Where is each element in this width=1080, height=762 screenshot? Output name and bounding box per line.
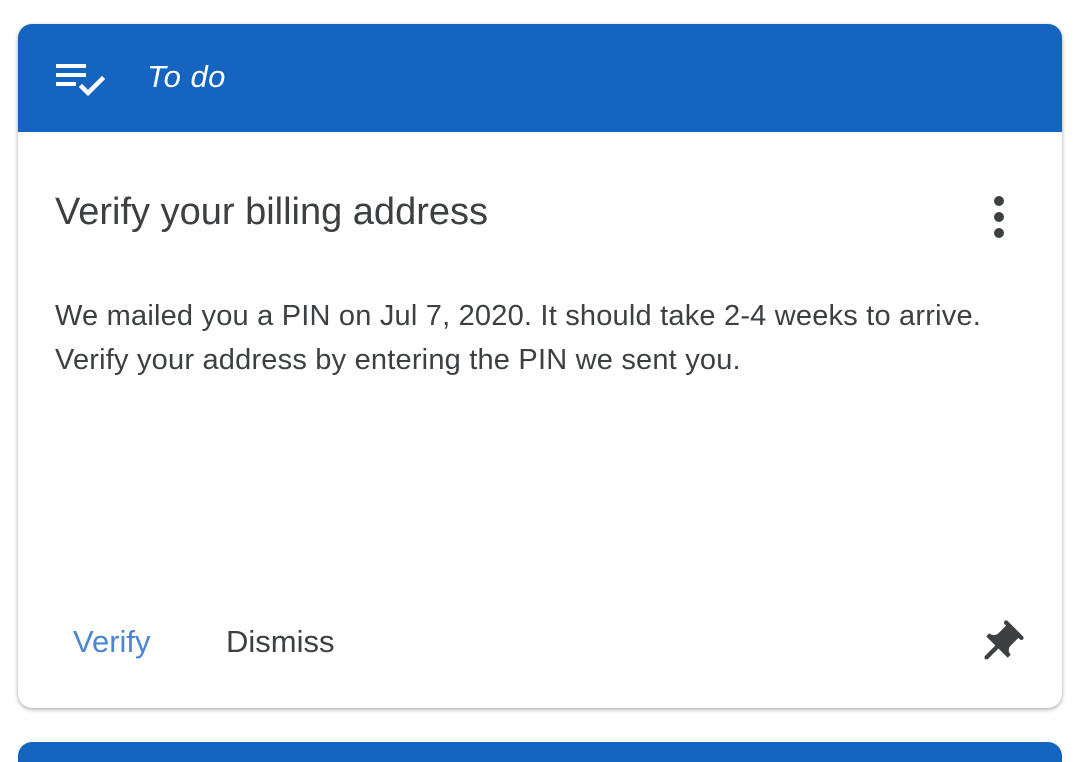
card-header-title: To do bbox=[147, 59, 226, 94]
dismiss-button[interactable]: Dismiss bbox=[226, 618, 335, 666]
card-header: To do bbox=[18, 24, 1062, 132]
card-body-text: We mailed you a PIN on Jul 7, 2020. It s… bbox=[55, 300, 982, 376]
pin-icon[interactable] bbox=[974, 618, 1026, 670]
playlist-check-icon bbox=[56, 64, 106, 97]
next-card-header bbox=[18, 742, 1062, 762]
card-title: Verify your billing address bbox=[55, 191, 488, 233]
todo-card: To do Verify your billing address We mai… bbox=[18, 24, 1062, 708]
more-vert-icon[interactable] bbox=[976, 187, 1022, 238]
verify-button[interactable]: Verify bbox=[73, 618, 151, 666]
